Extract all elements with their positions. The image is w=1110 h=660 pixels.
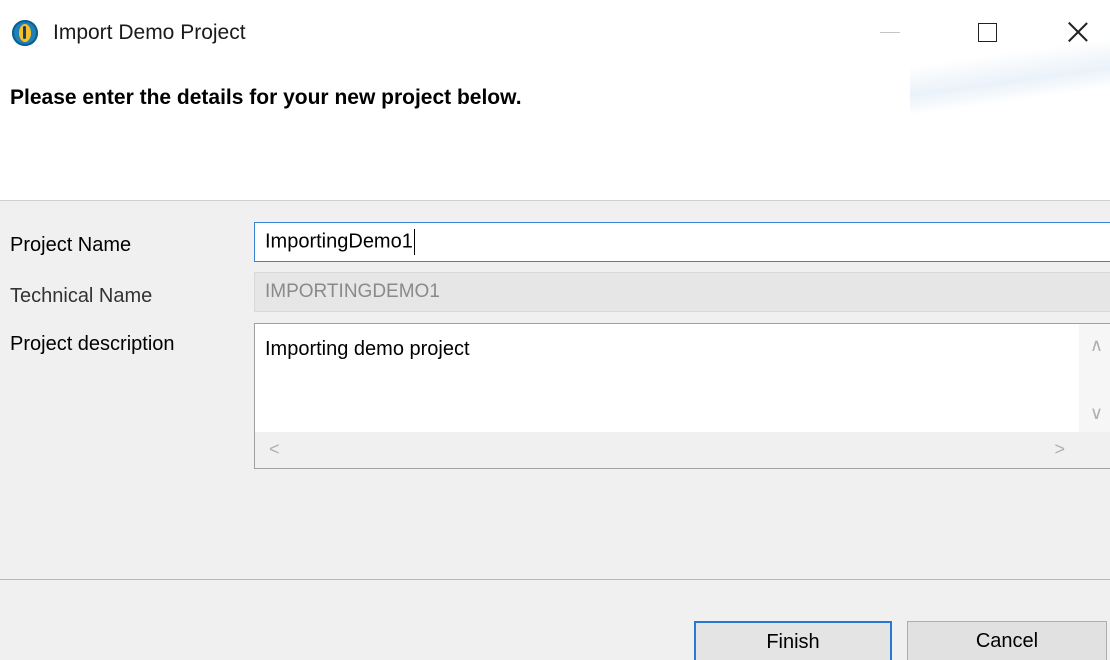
project-description-label: Project description <box>10 333 175 355</box>
app-logo-icon <box>12 20 38 46</box>
technical-name-label: Technical Name <box>10 285 153 307</box>
project-name-input[interactable]: ImportingDemo1 <box>254 222 1110 262</box>
technical-name-value: IMPORTINGDEMO1 <box>265 281 440 302</box>
chevron-right-icon[interactable]: > <box>1054 440 1065 458</box>
minimize-button[interactable] <box>860 0 920 64</box>
dialog-heading: Please enter the details for your new pr… <box>10 86 522 109</box>
technical-name-input: IMPORTINGDEMO1 <box>254 272 1110 312</box>
dialog-footer: Finish Cancel <box>0 580 1110 660</box>
horizontal-scrollbar[interactable]: < > <box>255 432 1079 468</box>
scrollbar-corner <box>1079 432 1110 468</box>
project-description-value: Importing demo project <box>265 338 470 360</box>
chevron-up-icon[interactable]: ∧ <box>1090 336 1103 354</box>
finish-button[interactable]: Finish <box>694 621 892 660</box>
title-bar[interactable]: Import Demo Project <box>0 0 1110 64</box>
window-title: Import Demo Project <box>53 21 246 44</box>
dialog-header-banner: Please enter the details for your new pr… <box>0 37 1110 201</box>
import-demo-project-dialog: Import Demo Project Please enter the det… <box>0 0 1110 660</box>
maximize-icon <box>977 22 997 42</box>
project-description-textarea[interactable]: Importing demo project ∧ ∨ < > <box>254 323 1110 469</box>
chevron-left-icon[interactable]: < <box>269 440 280 458</box>
project-name-value: ImportingDemo1 <box>265 230 413 253</box>
project-details-form: Project Name ImportingDemo1 Technical Na… <box>0 201 1110 579</box>
text-caret <box>413 229 415 255</box>
project-name-label: Project Name <box>10 234 132 256</box>
close-icon <box>1067 21 1089 43</box>
chevron-down-icon[interactable]: ∨ <box>1090 404 1103 422</box>
cancel-button[interactable]: Cancel <box>907 621 1107 660</box>
minimize-icon <box>880 31 900 33</box>
vertical-scrollbar[interactable]: ∧ ∨ <box>1079 324 1110 432</box>
